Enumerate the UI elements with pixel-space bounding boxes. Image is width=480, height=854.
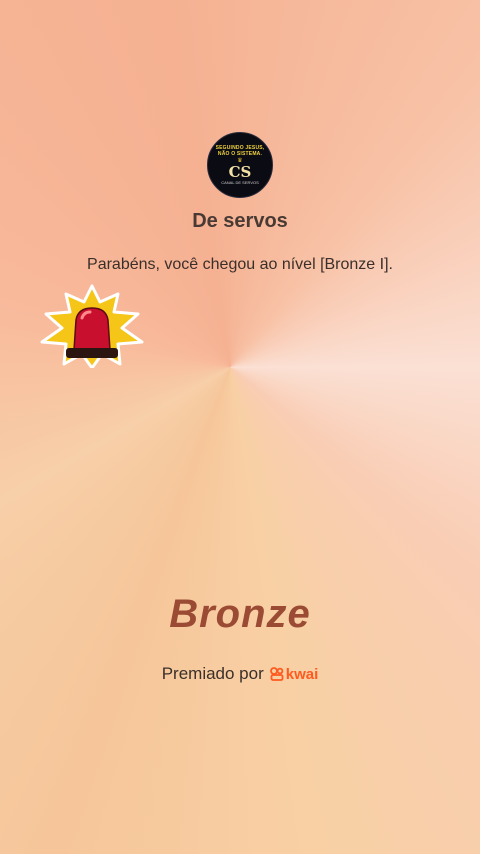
profile-name: De servos bbox=[192, 210, 288, 232]
channel-avatar[interactable]: SEGUINDO JESUS, NÃO O SISTEMA. ♛ CS CANA… bbox=[207, 132, 273, 198]
level-title: Bronze bbox=[169, 592, 311, 636]
brand-name: kwai bbox=[285, 665, 319, 683]
kwai-logo[interactable]: kwai bbox=[269, 665, 319, 683]
siren-icon bbox=[40, 284, 144, 368]
avatar-motto-line2: NÃO O SISTEMA. bbox=[217, 150, 263, 157]
awarded-by: Premiado por kwai bbox=[0, 664, 480, 684]
kwai-logo-icon bbox=[269, 667, 284, 681]
avatar-caption: CANAL DE SERVOS bbox=[221, 179, 259, 185]
congrats-message: Parabéns, você chegou ao nível [Bronze I… bbox=[87, 256, 393, 273]
awarded-by-label: Premiado por bbox=[161, 664, 264, 683]
avatar-monogram: CS bbox=[228, 162, 252, 181]
